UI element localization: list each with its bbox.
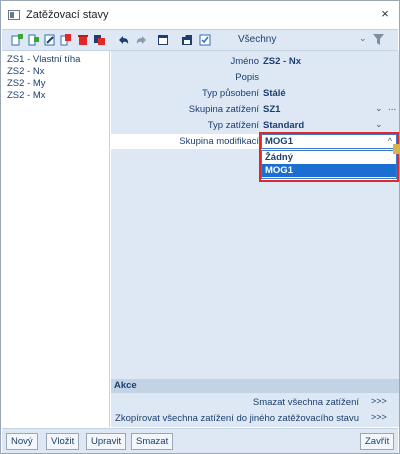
- edit-icon[interactable]: [44, 34, 56, 46]
- chevron-down-icon[interactable]: ⌄: [359, 33, 367, 44]
- list-item[interactable]: ZS1 - Vlastní tíha: [2, 54, 109, 66]
- delete-all-loads-label: Smazat všechna zatížení: [252, 397, 359, 408]
- properties-panel: Jméno ZS2 - Nx Popis Typ působení Stálé …: [111, 51, 399, 379]
- toolbar: Všechny ⌄: [2, 29, 398, 51]
- close-window-button[interactable]: ×: [377, 6, 393, 22]
- copy-icon[interactable]: [60, 34, 72, 46]
- bottom-bar: Nový Vložit Upravit Smazat Zavřít: [2, 428, 398, 453]
- chevron-down-icon[interactable]: ⌄: [375, 119, 383, 130]
- load-case-list: ZS1 - Vlastní tíha ZS2 - Nx ZS2 - My ZS2…: [2, 51, 110, 427]
- property-row-description: Popis: [111, 70, 399, 85]
- undo-icon[interactable]: [118, 34, 130, 46]
- actions-title: Akce: [114, 380, 137, 391]
- name-field[interactable]: ZS2 - Nx: [263, 56, 301, 67]
- dropdown-option-mog1[interactable]: MOG1: [262, 164, 396, 177]
- property-row-load-group: Skupina zatížení SZ1 ⌄ ...: [111, 102, 399, 117]
- action-row-copy-all: Zkopírovat všechna zatížení do jiného za…: [111, 411, 399, 427]
- chevron-down-icon[interactable]: ⌄: [375, 103, 383, 114]
- delete-icon[interactable]: [77, 34, 89, 46]
- grip-handle[interactable]: [393, 144, 400, 154]
- modification-group-value: MOG1: [265, 136, 293, 147]
- dropdown-option-none[interactable]: Žádný: [262, 151, 396, 164]
- table-icon[interactable]: [157, 34, 169, 46]
- edit-button[interactable]: Upravit: [86, 433, 127, 450]
- modification-group-select[interactable]: MOG1 ^: [261, 134, 397, 149]
- load-type-select[interactable]: Standard: [263, 120, 304, 131]
- description-label: Popis: [235, 72, 259, 83]
- close-button[interactable]: Zavřít: [360, 433, 395, 450]
- delete-button[interactable]: Smazat: [131, 433, 174, 450]
- save-icon[interactable]: [181, 34, 193, 46]
- action-row-delete-all: Smazat všechna zatížení >>>: [111, 395, 399, 411]
- property-row-load-type: Typ zatížení Standard ⌄: [111, 118, 399, 133]
- list-item[interactable]: ZS2 - Mx: [2, 90, 109, 102]
- modification-group-dropdown[interactable]: MOG1 ^ Žádný MOG1: [259, 132, 399, 182]
- window-title: Zatěžovací stavy: [26, 9, 109, 21]
- list-item-selected[interactable]: ZS2 - Nx: [2, 66, 109, 78]
- action-type-label: Typ působení: [201, 88, 259, 99]
- list-item[interactable]: ZS2 - My: [2, 78, 109, 90]
- load-cases-window: Zatěžovací stavy × Všechny ⌄ ZS1 - Vlast…: [0, 0, 400, 454]
- funnel-icon[interactable]: [373, 34, 384, 45]
- title-bar: Zatěžovací stavy ×: [1, 1, 399, 29]
- duplicate-icon[interactable]: [94, 34, 106, 46]
- insert-icon[interactable]: [28, 34, 40, 46]
- filter-select[interactable]: Všechny: [238, 34, 276, 45]
- action-type-value: Stálé: [263, 88, 286, 99]
- copy-all-loads-label: Zkopírovat všechna zatížení do jiného za…: [115, 413, 359, 424]
- check-icon[interactable]: [199, 34, 211, 46]
- actions-header: Akce: [111, 379, 399, 393]
- property-row-name: Jméno ZS2 - Nx: [111, 54, 399, 69]
- copy-all-loads-button[interactable]: >>>: [371, 412, 387, 422]
- actions-panel: Akce Smazat všechna zatížení >>> Zkopíro…: [111, 379, 399, 427]
- chevron-up-icon[interactable]: ^: [388, 136, 392, 146]
- insert-button[interactable]: Vložit: [46, 433, 80, 450]
- redo-icon[interactable]: [135, 34, 147, 46]
- more-button[interactable]: ...: [388, 102, 396, 113]
- new-icon[interactable]: [11, 34, 23, 46]
- delete-all-loads-button[interactable]: >>>: [371, 396, 387, 406]
- name-label: Jméno: [230, 56, 259, 67]
- load-group-select[interactable]: SZ1: [263, 104, 280, 115]
- load-type-label: Typ zatížení: [207, 120, 259, 131]
- new-button[interactable]: Nový: [6, 433, 38, 450]
- modification-group-label: Skupina modifikací: [179, 136, 259, 147]
- load-group-label: Skupina zatížení: [188, 104, 259, 115]
- property-row-action-type: Typ působení Stálé: [111, 86, 399, 101]
- window-icon: [8, 10, 20, 20]
- dropdown-list: Žádný MOG1: [261, 150, 397, 179]
